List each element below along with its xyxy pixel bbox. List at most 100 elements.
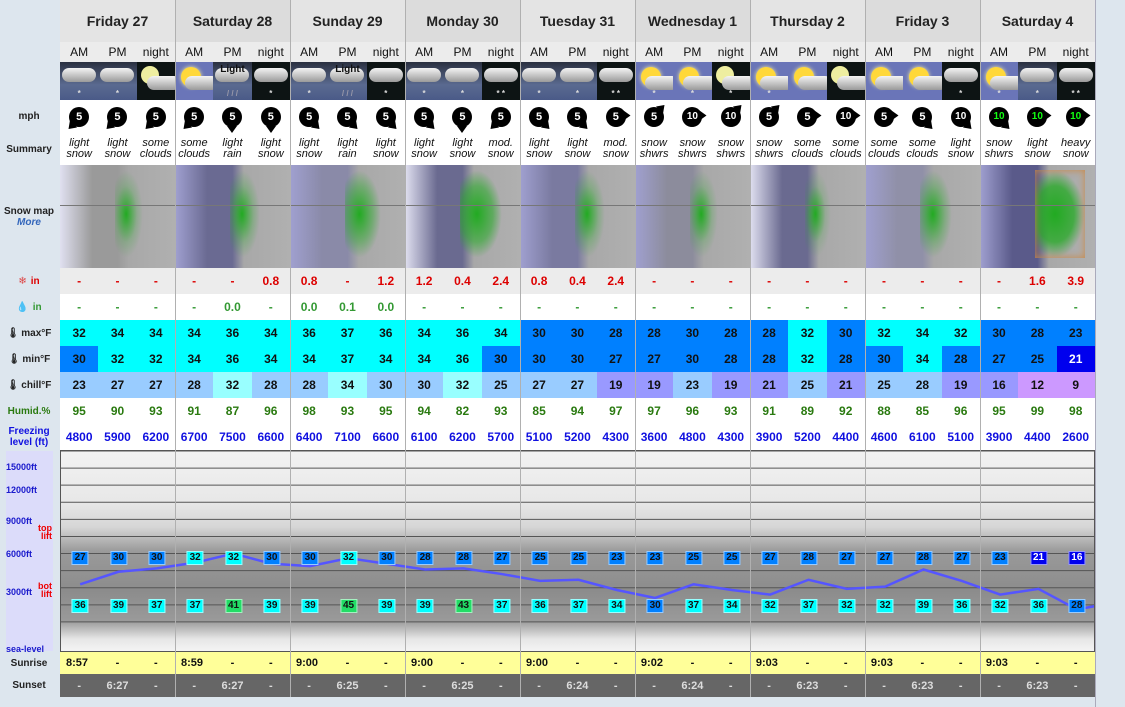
summary-line2: shwrs: [716, 148, 746, 160]
day-separator: [980, 0, 981, 697]
summary-line2: snow: [257, 148, 284, 160]
wind-direction-icon: 10: [1063, 104, 1091, 130]
snow-map-thumbnail[interactable]: [175, 165, 290, 268]
rain-value: -: [728, 300, 733, 314]
sunrise-value: -: [711, 652, 750, 674]
min-temp-value: 30: [864, 346, 904, 372]
min-temp-value: 30: [673, 346, 712, 372]
humidity-value: 93: [340, 404, 355, 418]
top-lift-temp: 16: [1068, 550, 1086, 565]
summary-cell: light snow: [558, 133, 596, 165]
wind-direction-icon: 5: [794, 104, 822, 130]
sunrise-value: 8:57: [60, 652, 99, 674]
wind-speed: 5: [912, 106, 933, 127]
bot-lift-temp: 28: [1068, 598, 1086, 613]
wind-cell: 10: [980, 100, 1018, 133]
max-temp-value: 32: [60, 320, 99, 346]
snow-map-thumbnail[interactable]: [980, 165, 1095, 268]
humidity-value: 98: [1069, 404, 1083, 418]
top-lift-temp: 27: [493, 550, 511, 565]
snow-map-thumbnail[interactable]: [60, 165, 175, 268]
map-precip-overlay: [1035, 170, 1086, 258]
day-header[interactable]: Tuesday 31: [520, 0, 635, 42]
day-header[interactable]: Monday 30: [405, 0, 520, 42]
humidity-value: 82: [455, 404, 470, 418]
humidity-value: 91: [187, 404, 201, 418]
sunset-value: -: [749, 674, 789, 697]
summary-cell: some clouds: [827, 133, 865, 165]
map-precip-overlay: [230, 170, 261, 258]
freezing-level-value: 6400: [295, 430, 323, 444]
max-temp-value: 32: [788, 320, 827, 346]
period-label: night: [826, 42, 865, 62]
day-separator: [405, 0, 406, 697]
sunrise-value: -: [481, 652, 520, 674]
snow-value: 0.4: [558, 268, 597, 294]
snow-value: 2.4: [481, 268, 520, 294]
sun-cloud-snow-icon: *: [979, 62, 1019, 100]
freezing-level-value: 6200: [142, 430, 170, 444]
humidity-value: 94: [417, 404, 431, 418]
snow-map-thumbnail[interactable]: [750, 165, 865, 268]
min-temp-value: 34: [404, 346, 444, 372]
sunrise-value: -: [136, 652, 175, 674]
day-header[interactable]: Friday 3: [865, 0, 980, 42]
wind-speed: 5: [260, 106, 281, 127]
summary-line2: snow: [449, 148, 476, 160]
max-temp-value: 28: [634, 320, 674, 346]
label-snowmap-text: Snow map: [3, 205, 54, 217]
sunset-value: -: [1056, 674, 1095, 697]
sunset-value: 6:24: [673, 674, 712, 697]
day-header[interactable]: Saturday 28: [175, 0, 290, 42]
snow-map-thumbnail[interactable]: [520, 165, 635, 268]
top-lift-temp: 30: [148, 550, 166, 565]
day-separator: [865, 0, 866, 697]
day-header[interactable]: Friday 27: [60, 0, 175, 42]
sunset-value: 6:27: [213, 674, 252, 697]
summary-line2: shwrs: [678, 148, 707, 160]
day-header[interactable]: Wednesday 1: [635, 0, 750, 42]
max-temp-value: 32: [864, 320, 904, 346]
summary-cell: some clouds: [788, 133, 826, 165]
min-temp-value: 37: [328, 346, 367, 372]
snow-value: -: [979, 268, 1019, 294]
chill-value: 30: [404, 372, 444, 398]
snow-map-thumbnail[interactable]: [635, 165, 750, 268]
bot-lift-temp: 32: [838, 598, 856, 613]
wind-cell: 10: [712, 100, 750, 133]
chill-value: 25: [788, 372, 827, 398]
cloud-snow-icon: *: [443, 62, 482, 100]
min-temp-value: 28: [711, 346, 750, 372]
sunset-value: -: [596, 674, 635, 697]
day-header[interactable]: Thursday 2: [750, 0, 865, 42]
max-temp-value: 30: [558, 320, 597, 346]
summary-line2: snow: [104, 148, 131, 160]
sunrise-value: -: [673, 652, 712, 674]
sunset-value: 6:23: [1018, 674, 1057, 697]
chill-value: 27: [98, 372, 137, 398]
day-header[interactable]: Sunday 29: [290, 0, 405, 42]
chill-value: 28: [289, 372, 329, 398]
wind-direction-icon: 5: [296, 104, 324, 133]
bot-lift-temp: 32: [991, 598, 1009, 613]
summary-line2: snow: [411, 148, 437, 160]
summary-cell: snow shwrs: [980, 133, 1018, 165]
rain-value: -: [843, 300, 848, 314]
rain-value: -: [153, 300, 158, 314]
summary-row: light snow light snow some clouds some clouds li…: [60, 133, 1095, 165]
chill-value: 32: [213, 372, 252, 398]
summary-cell: some clouds: [175, 133, 213, 165]
sunrise-value: -: [826, 652, 865, 674]
day-header[interactable]: Saturday 4: [980, 0, 1095, 42]
min-temp-value: 27: [596, 346, 635, 372]
snowmap-more-link[interactable]: More: [17, 217, 41, 228]
bot-lift-temp: 36: [953, 598, 971, 613]
freezing-level-value: 7100: [334, 430, 361, 444]
snow-map-thumbnail[interactable]: [405, 165, 520, 268]
snow-map-thumbnail[interactable]: [290, 165, 405, 268]
chill-value: 12: [1018, 372, 1057, 398]
snow-map-thumbnail[interactable]: [865, 165, 980, 268]
sunrise-value: 9:03: [979, 652, 1019, 674]
wind-direction-icon: 5: [180, 104, 207, 133]
sunrise-value: -: [1018, 652, 1057, 674]
